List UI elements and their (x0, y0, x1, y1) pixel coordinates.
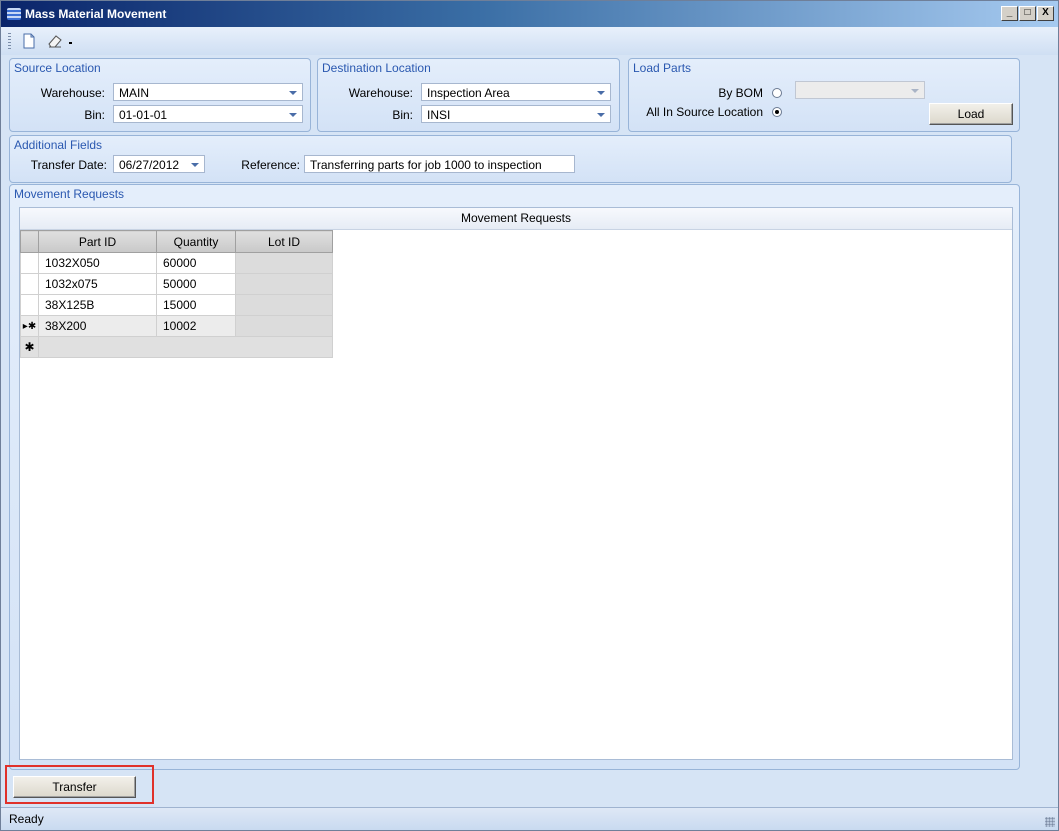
movement-requests-table: Part ID Quantity Lot ID 1032X050 60000 1… (20, 230, 333, 358)
chevron-down-icon[interactable] (911, 89, 919, 93)
resize-grip-icon[interactable] (1045, 817, 1055, 827)
load-parts-title: Load Parts (633, 61, 692, 75)
table-row-current[interactable]: ▸✱ 38X200 10002 (20, 315, 333, 337)
all-in-source-label: All In Source Location (646, 105, 763, 119)
load-button[interactable]: Load (929, 103, 1013, 125)
transfer-highlight-box (5, 765, 154, 804)
row-selector[interactable] (20, 252, 39, 274)
source-warehouse-label: Warehouse: (40, 86, 105, 100)
lot-id-cell[interactable] (235, 252, 333, 274)
column-header-quantity[interactable]: Quantity (156, 230, 236, 253)
table-row[interactable]: 1032X050 60000 (20, 252, 333, 274)
row-selector[interactable]: ▸✱ (20, 315, 39, 337)
table-header-row: Part ID Quantity Lot ID (20, 230, 333, 253)
column-header-lot-id[interactable]: Lot ID (235, 230, 333, 253)
additional-fields-group: Additional Fields Transfer Date: 06/27/2… (9, 135, 1012, 183)
part-id-cell[interactable]: 38X200 (38, 315, 157, 337)
new-row-selector[interactable]: ✱ (20, 336, 39, 358)
new-row-cell[interactable] (38, 336, 333, 358)
transfer-date-value: 06/27/2012 (119, 158, 180, 172)
quantity-cell[interactable]: 15000 (156, 294, 236, 316)
status-bar: Ready (1, 807, 1058, 830)
destination-location-group: Destination Location Warehouse: Inspecti… (317, 58, 620, 132)
part-id-cell[interactable]: 38X125B (38, 294, 157, 316)
transfer-date-label: Transfer Date: (30, 158, 107, 172)
destination-warehouse-select[interactable]: Inspection Area (421, 83, 611, 101)
source-warehouse-value: MAIN (119, 86, 149, 100)
reference-value: Transferring parts for job 1000 to inspe… (310, 158, 542, 172)
toolbar (1, 27, 1058, 55)
maximize-button[interactable]: □ (1019, 6, 1036, 21)
chevron-down-icon[interactable] (289, 113, 297, 117)
row-selector-header[interactable] (20, 230, 39, 253)
reference-input[interactable]: Transferring parts for job 1000 to inspe… (304, 155, 575, 173)
new-row[interactable]: ✱ (20, 336, 333, 358)
table-row[interactable]: 1032x075 50000 (20, 273, 333, 295)
part-id-cell[interactable]: 1032X050 (38, 252, 157, 274)
chevron-down-icon[interactable] (289, 91, 297, 95)
source-bin-label: Bin: (84, 108, 105, 122)
chevron-down-icon[interactable] (191, 163, 199, 167)
destination-bin-label: Bin: (392, 108, 413, 122)
destination-location-title: Destination Location (322, 61, 431, 75)
all-in-source-radio[interactable] (772, 107, 782, 117)
additional-fields-title: Additional Fields (14, 138, 103, 152)
source-location-title: Source Location (14, 61, 101, 75)
toolbar-grip[interactable] (8, 33, 11, 49)
chevron-down-icon[interactable] (597, 113, 605, 117)
window-title: Mass Material Movement (25, 7, 167, 21)
part-id-cell[interactable]: 1032x075 (38, 273, 157, 295)
lot-id-cell[interactable] (235, 315, 333, 337)
quantity-cell[interactable]: 10002 (156, 315, 236, 337)
load-parts-group: Load Parts By BOM All In Source Location… (628, 58, 1020, 132)
app-window: Mass Material Movement _ □ X Source Loca… (0, 0, 1059, 831)
source-warehouse-select[interactable]: MAIN (113, 83, 303, 101)
new-document-icon[interactable] (19, 31, 39, 51)
destination-bin-value: INSI (427, 108, 451, 122)
movement-requests-grid[interactable]: Movement Requests Part ID Quantity Lot I… (19, 207, 1013, 760)
status-text: Ready (9, 812, 44, 826)
minimize-button[interactable]: _ (1001, 6, 1018, 21)
destination-warehouse-label: Warehouse: (348, 86, 413, 100)
window-controls: _ □ X (1001, 6, 1054, 21)
quantity-cell[interactable]: 50000 (156, 273, 236, 295)
lot-id-cell[interactable] (235, 294, 333, 316)
movement-requests-title: Movement Requests (14, 187, 125, 201)
by-bom-label: By BOM (718, 86, 763, 100)
bom-select[interactable] (795, 81, 925, 99)
row-selector[interactable] (20, 294, 39, 316)
source-bin-select[interactable]: 01-01-01 (113, 105, 303, 123)
table-row[interactable]: 38X125B 15000 (20, 294, 333, 316)
destination-warehouse-value: Inspection Area (427, 86, 510, 100)
lot-id-cell[interactable] (235, 273, 333, 295)
reference-label: Reference: (241, 158, 300, 172)
quantity-cell[interactable]: 60000 (156, 252, 236, 274)
app-icon (7, 8, 21, 20)
row-selector[interactable] (20, 273, 39, 295)
source-bin-value: 01-01-01 (119, 108, 168, 122)
grid-caption: Movement Requests (20, 208, 1012, 230)
chevron-down-icon[interactable] (597, 91, 605, 95)
by-bom-radio[interactable] (772, 88, 782, 98)
title-bar: Mass Material Movement _ □ X (1, 1, 1058, 27)
column-header-part-id[interactable]: Part ID (38, 230, 157, 253)
source-location-group: Source Location Warehouse: MAIN Bin: 01-… (9, 58, 311, 132)
eraser-icon[interactable] (45, 31, 65, 51)
destination-bin-select[interactable]: INSI (421, 105, 611, 123)
close-button[interactable]: X (1037, 6, 1054, 21)
transfer-date-picker[interactable]: 06/27/2012 (113, 155, 205, 173)
dropdown-arrow-icon[interactable] (65, 31, 77, 51)
